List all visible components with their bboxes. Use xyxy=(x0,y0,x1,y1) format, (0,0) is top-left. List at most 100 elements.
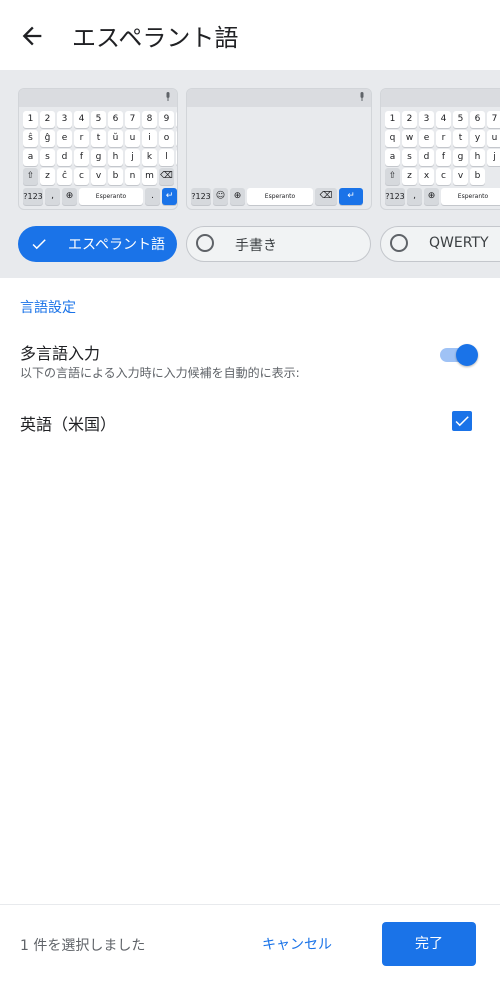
globe-icon[interactable]: ⊕ xyxy=(230,188,245,205)
keyboard-key[interactable]: j xyxy=(487,149,500,166)
english-us-label[interactable]: 英語（米国） xyxy=(20,411,116,435)
keyboard-key[interactable]: p xyxy=(176,130,177,147)
keyboard-key[interactable]: f xyxy=(74,149,89,166)
keyboard-key[interactable]: n xyxy=(125,168,140,185)
keyboard-key[interactable]: 9 xyxy=(159,111,174,128)
keyboard-key[interactable]: z xyxy=(402,168,417,185)
keyboard-key[interactable]: d xyxy=(57,149,72,166)
keyboard-key[interactable]: f xyxy=(436,149,451,166)
keyboard-key[interactable]: s xyxy=(402,149,417,166)
keyboard-key[interactable]: ĵ xyxy=(176,149,177,166)
shift-key[interactable]: ⇧ xyxy=(385,168,400,185)
layout-picker: 1234567890 ŝĝertŭuiop asdfghjklĵ ⇧ zĉcvb… xyxy=(0,70,500,278)
enter-key[interactable]: ↵ xyxy=(339,188,363,205)
keyboard-key[interactable]: z xyxy=(40,168,55,185)
multilang-title[interactable]: 多言語入力 xyxy=(20,340,100,364)
keyboard-key[interactable]: e xyxy=(419,130,434,147)
option-handwriting[interactable]: 手書き xyxy=(186,226,371,262)
multilang-toggle[interactable] xyxy=(438,344,478,366)
keyboard-key[interactable]: t xyxy=(453,130,468,147)
keyboard-key[interactable]: w xyxy=(402,130,417,147)
keyboard-key[interactable]: v xyxy=(453,168,468,185)
keyboard-key[interactable]: c xyxy=(74,168,89,185)
keyboard-key[interactable]: a xyxy=(23,149,38,166)
keyboard-key[interactable]: 1 xyxy=(23,111,38,128)
keyboard-key[interactable]: k xyxy=(142,149,157,166)
app-bar: エスペラント語 xyxy=(0,0,500,70)
comma-key[interactable]: , xyxy=(45,188,60,205)
keyboard-key[interactable]: ŭ xyxy=(108,130,123,147)
keyboard-key[interactable]: 4 xyxy=(74,111,89,128)
keyboard-key[interactable]: 2 xyxy=(40,111,55,128)
symbols-key[interactable]: ?123 xyxy=(23,188,43,205)
option-qwerty[interactable]: QWERTY xyxy=(380,226,500,262)
keyboard-key[interactable]: 0 xyxy=(176,111,177,128)
emoji-icon[interactable]: ☺ xyxy=(213,188,228,205)
keyboard-key[interactable]: r xyxy=(436,130,451,147)
keyboard-key[interactable]: y xyxy=(470,130,485,147)
option-esperanto[interactable]: エスペラント語 xyxy=(18,226,177,262)
done-button[interactable]: 完了 xyxy=(382,922,476,966)
globe-icon[interactable]: ⊕ xyxy=(62,188,77,205)
keyboard-key[interactable]: ĉ xyxy=(57,168,72,185)
space-key[interactable]: Esperanto xyxy=(79,188,143,205)
keyboard-key[interactable]: v xyxy=(91,168,106,185)
keyboard-key[interactable]: 1 xyxy=(385,111,400,128)
keyboard-key[interactable]: o xyxy=(159,130,174,147)
keyboard-key[interactable]: g xyxy=(453,149,468,166)
keyboard-key[interactable]: c xyxy=(436,168,451,185)
globe-icon[interactable]: ⊕ xyxy=(424,188,439,205)
keyboard-key[interactable]: ĝ xyxy=(40,130,55,147)
keyboard-key[interactable]: h xyxy=(470,149,485,166)
keyboard-key[interactable]: ŝ xyxy=(23,130,38,147)
backspace-key[interactable]: ⌫ xyxy=(315,188,337,205)
handwriting-layout-preview[interactable]: ?123 ☺ ⊕ Esperanto ⌫ ↵ xyxy=(186,88,372,210)
keyboard-key[interactable]: b xyxy=(108,168,123,185)
keyboard-key[interactable]: 8 xyxy=(142,111,157,128)
symbols-key[interactable]: ?123 xyxy=(191,188,211,205)
keyboard-key[interactable]: e xyxy=(57,130,72,147)
back-arrow-icon[interactable] xyxy=(18,22,46,50)
keyboard-key[interactable]: 7 xyxy=(487,111,500,128)
keyboard-key[interactable]: m xyxy=(142,168,157,185)
space-key[interactable]: Esperanto xyxy=(441,188,500,205)
keyboard-key[interactable]: 4 xyxy=(436,111,451,128)
keyboard-key[interactable]: q xyxy=(385,130,400,147)
keyboard-key[interactable]: x xyxy=(419,168,434,185)
cancel-button[interactable]: キャンセル xyxy=(262,934,332,954)
keyboard-key[interactable]: b xyxy=(470,168,485,185)
keyboard-key[interactable]: 5 xyxy=(91,111,106,128)
keyboard-key[interactable]: l xyxy=(159,149,174,166)
keyboard-key[interactable]: j xyxy=(125,149,140,166)
enter-key[interactable]: ↵ xyxy=(162,188,177,205)
keyboard-key[interactable]: u xyxy=(487,130,500,147)
keyboard-key[interactable]: g xyxy=(91,149,106,166)
backspace-key[interactable]: ⌫ xyxy=(159,168,174,185)
keyboard-key[interactable]: 6 xyxy=(108,111,123,128)
keyboard-key[interactable]: 7 xyxy=(125,111,140,128)
keyboard-key[interactable]: t xyxy=(91,130,106,147)
shift-key[interactable]: ⇧ xyxy=(23,168,38,185)
symbols-key[interactable]: ?123 xyxy=(385,188,405,205)
keyboard-key[interactable]: 2 xyxy=(402,111,417,128)
keyboard-key[interactable]: d xyxy=(419,149,434,166)
option-label: 手書き xyxy=(235,238,277,254)
space-key[interactable]: Esperanto xyxy=(247,188,313,205)
keyboard-key[interactable]: 6 xyxy=(470,111,485,128)
keyboard-key[interactable]: h xyxy=(108,149,123,166)
keyboard-key[interactable]: s xyxy=(40,149,55,166)
keyboard-key[interactable]: a xyxy=(385,149,400,166)
esperanto-layout-preview[interactable]: 1234567890 ŝĝertŭuiop asdfghjklĵ ⇧ zĉcvb… xyxy=(18,88,178,210)
qwerty-layout-preview[interactable]: 1234567 qwertyu asdfghj ⇧ zxcvb ?123 , ⊕… xyxy=(380,88,500,210)
english-us-checkbox[interactable] xyxy=(452,411,472,431)
keyboard-key[interactable]: 3 xyxy=(57,111,72,128)
period-key[interactable]: . xyxy=(145,188,160,205)
keyboard-key[interactable]: 3 xyxy=(419,111,434,128)
keyboard-key[interactable]: 5 xyxy=(453,111,468,128)
comma-key[interactable]: , xyxy=(407,188,422,205)
keyboard-key[interactable]: r xyxy=(74,130,89,147)
keyboard-key[interactable]: i xyxy=(142,130,157,147)
keyboard-key[interactable]: u xyxy=(125,130,140,147)
option-label: エスペラント語 xyxy=(68,237,166,253)
suggestion-strip xyxy=(19,89,177,107)
